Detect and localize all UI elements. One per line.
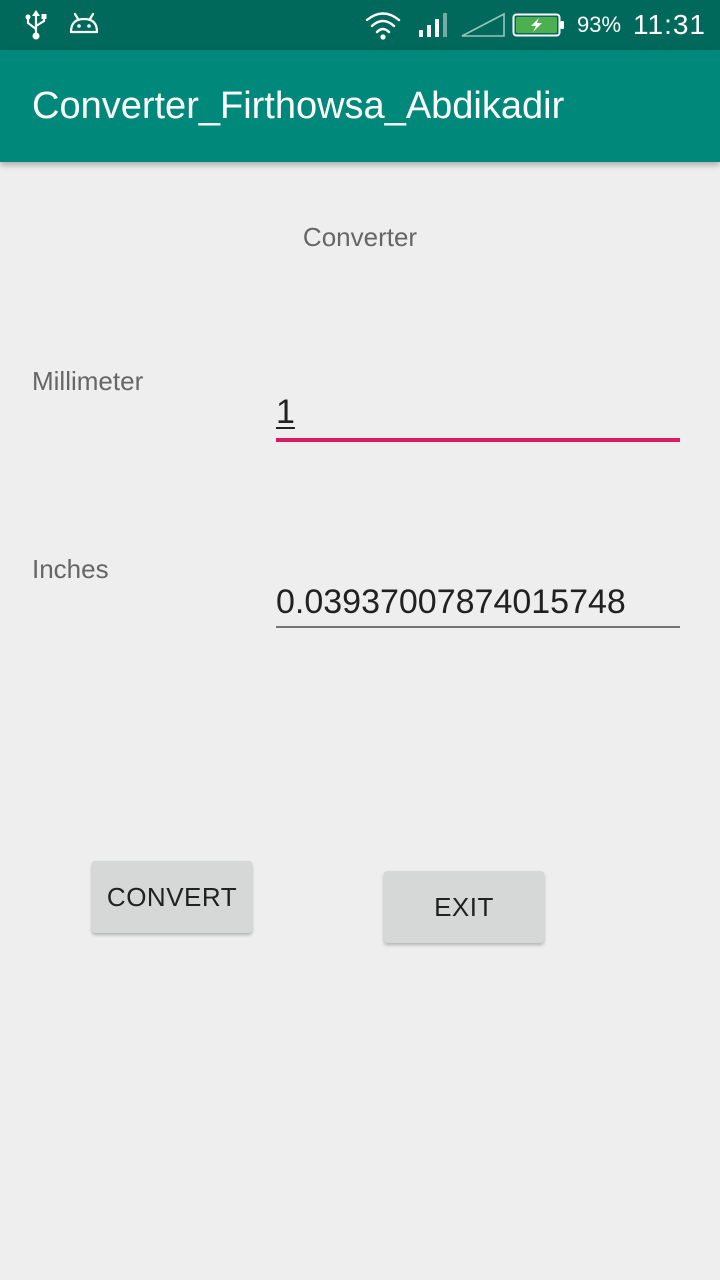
- app-title: Converter_Firthowsa_Abdikadir: [32, 85, 565, 127]
- inches-field-value: 0.03937007874015748: [276, 583, 626, 621]
- app-bar: Converter_Firthowsa_Abdikadir: [0, 50, 720, 162]
- clock-time: 11:31: [633, 9, 706, 40]
- millimeter-input[interactable]: 1: [276, 386, 680, 442]
- millimeter-input-value: 1: [276, 393, 295, 431]
- status-bar: 93% 11:31: [0, 0, 720, 50]
- millimeter-label: Millimeter: [32, 366, 144, 396]
- usb-icon: [22, 0, 50, 50]
- no-signal-icon: [460, 0, 506, 50]
- android-debug-icon: [66, 0, 102, 50]
- inches-field[interactable]: 0.03937007874015748: [276, 576, 680, 628]
- page-heading: Converter: [302, 222, 418, 252]
- battery-charging-icon: [512, 0, 566, 50]
- battery-percent: 93%: [577, 12, 622, 37]
- inches-label: Inches: [32, 554, 109, 584]
- wifi-icon: [364, 0, 402, 50]
- convert-button[interactable]: CONVERT: [92, 861, 252, 933]
- signal-icon: [418, 0, 450, 50]
- exit-button[interactable]: EXIT: [384, 871, 544, 943]
